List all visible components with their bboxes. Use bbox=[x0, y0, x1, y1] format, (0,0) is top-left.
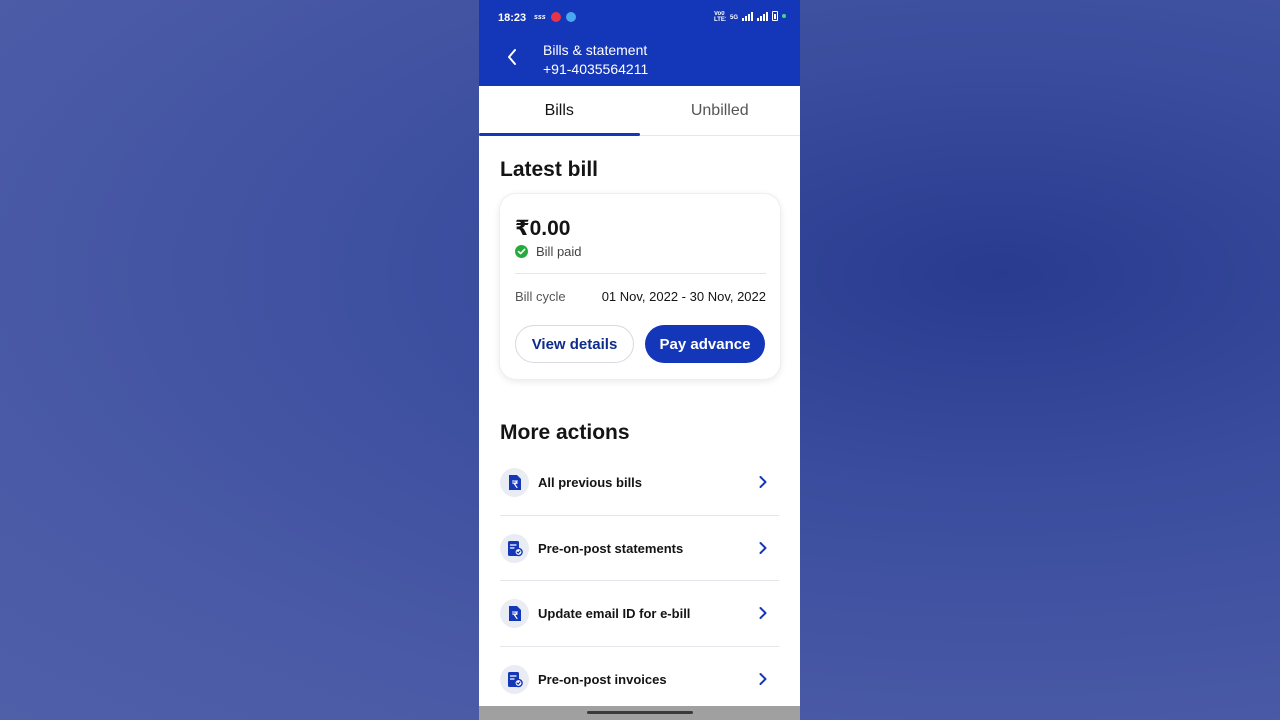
statement-check-icon bbox=[500, 664, 529, 694]
page-title: Bills & statement bbox=[543, 42, 648, 58]
tab-bills[interactable]: Bills bbox=[479, 86, 640, 136]
phone-screen: 18:23 sss Vo0 LTE1 5G Bills & statement … bbox=[479, 0, 800, 720]
back-button[interactable] bbox=[501, 46, 523, 68]
bill-cycle-value: 01 Nov, 2022 - 30 Nov, 2022 bbox=[601, 289, 766, 304]
battery-icon bbox=[772, 11, 778, 21]
action-label: Pre-on-post statements bbox=[538, 540, 684, 556]
latest-bill-heading: Latest bill bbox=[500, 158, 599, 181]
action-pre-on-post-statements[interactable]: Pre-on-post statements bbox=[500, 516, 779, 581]
chevron-left-icon bbox=[508, 49, 516, 65]
card-divider bbox=[515, 273, 766, 274]
view-details-button[interactable]: View details bbox=[515, 325, 634, 363]
phone-number: +91-4035564211 bbox=[543, 61, 649, 77]
chevron-right-icon bbox=[759, 607, 767, 619]
status-time: 18:23 bbox=[498, 12, 527, 24]
youtube-icon bbox=[550, 12, 561, 22]
action-pre-on-post-invoices[interactable]: Pre-on-post invoices bbox=[500, 647, 779, 713]
bill-status-text: Bill paid bbox=[536, 244, 582, 259]
tab-bar: Bills Unbilled bbox=[479, 86, 800, 136]
sss-icon: sss bbox=[534, 13, 546, 21]
volte-icon: Vo0 LTE1 bbox=[713, 11, 726, 21]
system-nav-bar bbox=[479, 706, 800, 720]
signal-icon bbox=[757, 11, 768, 21]
bill-status: Bill paid bbox=[515, 244, 582, 259]
rupee-document-icon bbox=[500, 599, 529, 628]
5g-icon: 5G bbox=[729, 15, 738, 21]
statement-check-icon bbox=[500, 533, 529, 563]
action-label: Pre-on-post invoices bbox=[538, 671, 667, 687]
signal-icon bbox=[742, 11, 753, 21]
latest-bill-card: ₹0.00 Bill paid Bill cycle 01 Nov, 2022 … bbox=[500, 194, 780, 379]
app-header: 18:23 sss Vo0 LTE1 5G Bills & statement … bbox=[479, 0, 800, 86]
home-gesture-handle[interactable] bbox=[587, 711, 693, 714]
more-actions-list: All previous bills Pre-on-post statement… bbox=[500, 450, 779, 712]
app-icon bbox=[565, 12, 576, 22]
bill-amount: ₹0.00 bbox=[515, 217, 571, 240]
chevron-right-icon bbox=[759, 476, 767, 488]
action-label: All previous bills bbox=[538, 475, 643, 490]
action-label: Update email ID for e-bill bbox=[538, 606, 691, 621]
status-bar: 18:23 sss Vo0 LTE1 5G bbox=[479, 0, 800, 34]
more-actions-heading: More actions bbox=[500, 421, 630, 444]
status-right-icons: Vo0 LTE1 5G bbox=[714, 11, 786, 21]
action-all-previous-bills[interactable]: All previous bills bbox=[500, 450, 779, 516]
chevron-right-icon bbox=[759, 541, 767, 554]
tab-unbilled[interactable]: Unbilled bbox=[640, 86, 801, 135]
status-left-icons: sss bbox=[534, 12, 576, 22]
check-circle-icon bbox=[515, 245, 528, 258]
bill-cycle-label: Bill cycle bbox=[515, 289, 566, 304]
chevron-right-icon bbox=[759, 672, 767, 685]
notification-dot bbox=[782, 14, 786, 18]
action-update-email-ebill[interactable]: Update email ID for e-bill bbox=[500, 581, 779, 647]
rupee-document-icon bbox=[500, 468, 529, 497]
pay-advance-button[interactable]: Pay advance bbox=[645, 325, 765, 363]
